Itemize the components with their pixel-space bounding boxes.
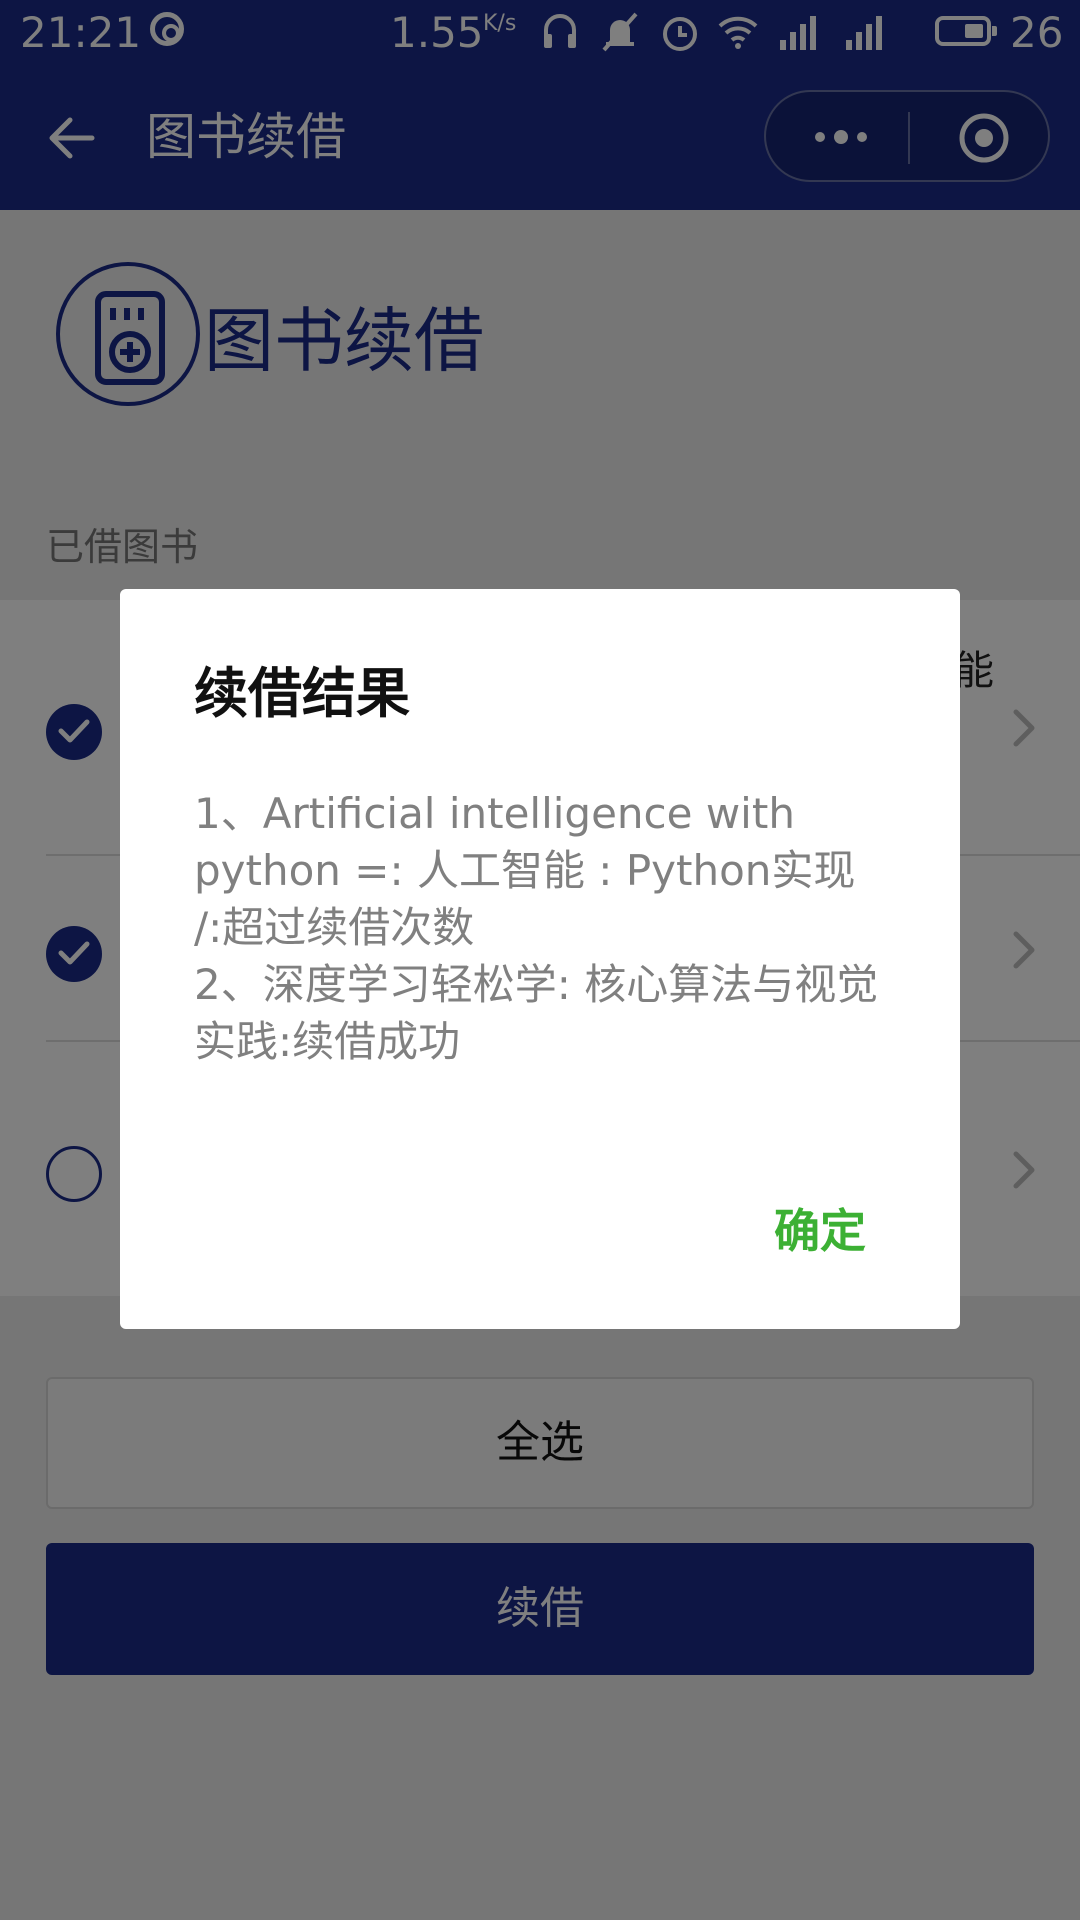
dialog-message: 1、Artificial intelligence with python =:… bbox=[194, 785, 894, 1070]
result-line: 2、深度学习轻松学: 核心算法与视觉实践:续借成功 bbox=[194, 960, 879, 1066]
renew-result-dialog: 续借结果 1、Artificial intelligence with pyth… bbox=[120, 589, 960, 1329]
confirm-button[interactable]: 确定 bbox=[774, 1201, 866, 1261]
result-line: 1、Artificial intelligence with python =:… bbox=[194, 789, 856, 952]
dialog-title: 续借结果 bbox=[194, 662, 410, 725]
